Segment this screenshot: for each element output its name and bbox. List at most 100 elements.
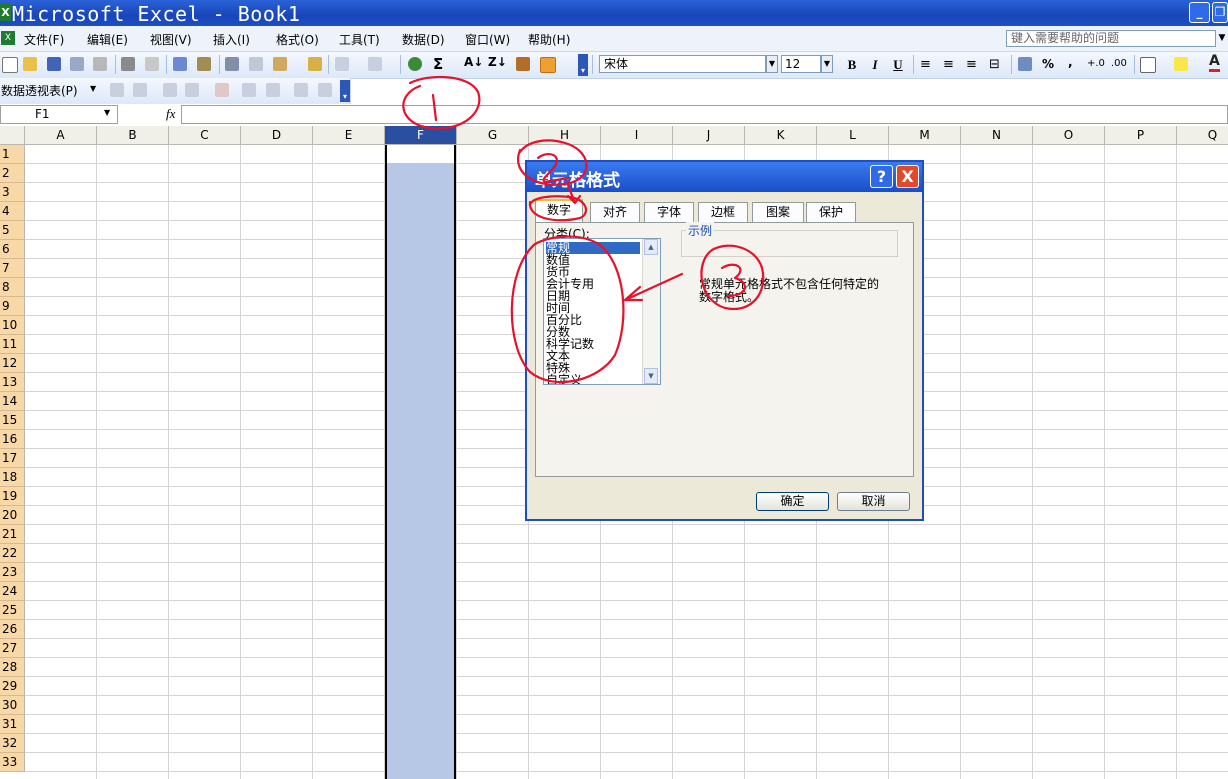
field-settings-icon[interactable] xyxy=(294,83,308,97)
help-dropdown-arrow-icon[interactable]: ▼ xyxy=(1216,30,1228,47)
drawing-icon[interactable] xyxy=(540,57,556,73)
open-icon[interactable] xyxy=(23,57,37,71)
menu-format[interactable]: 格式(O) xyxy=(276,31,319,48)
category-custom[interactable]: 自定义 xyxy=(546,374,640,384)
row-header-13[interactable]: 13 xyxy=(0,373,25,392)
font-color-icon[interactable]: A xyxy=(1209,54,1220,72)
row-header-12[interactable]: 12 xyxy=(0,354,25,373)
menu-edit[interactable]: 编辑(E) xyxy=(87,31,128,48)
column-header-n[interactable]: N xyxy=(961,126,1033,145)
new-icon[interactable] xyxy=(2,57,18,73)
row-header-16[interactable]: 16 xyxy=(0,430,25,449)
menu-view[interactable]: 视图(V) xyxy=(150,31,192,48)
row-header-10[interactable]: 10 xyxy=(0,316,25,335)
row-header-14[interactable]: 14 xyxy=(0,392,25,411)
insert-function-icon[interactable]: fx xyxy=(166,106,175,122)
menu-window[interactable]: 窗口(W) xyxy=(465,31,510,48)
increase-decimal-icon[interactable]: +.0 xyxy=(1087,58,1105,69)
cancel-button[interactable]: 取消 xyxy=(837,492,910,511)
row-header-8[interactable]: 8 xyxy=(0,278,25,297)
always-display-icon[interactable] xyxy=(266,83,280,97)
select-all-corner[interactable] xyxy=(0,126,25,145)
row-header-32[interactable]: 32 xyxy=(0,734,25,753)
column-header-q[interactable]: Q xyxy=(1177,126,1228,145)
align-right-icon[interactable]: ≡ xyxy=(966,57,977,72)
chart-wizard-icon[interactable] xyxy=(516,57,530,71)
tab-number[interactable]: 数字 xyxy=(535,199,583,223)
redo-icon[interactable] xyxy=(368,57,382,71)
dialog-title-bar[interactable]: 单元格格式 ? X xyxy=(527,162,922,192)
minimize-button[interactable]: _ xyxy=(1189,2,1210,23)
tab-patterns[interactable]: 图案 xyxy=(752,202,804,222)
font-size-dropdown-arrow-icon[interactable]: ▼ xyxy=(821,55,833,73)
dialog-close-button[interactable]: X xyxy=(896,165,919,188)
row-header-30[interactable]: 30 xyxy=(0,696,25,715)
hide-detail-icon[interactable] xyxy=(163,83,177,97)
column-header-d[interactable]: D xyxy=(241,126,313,145)
column-header-m[interactable]: M xyxy=(889,126,961,145)
italic-button[interactable]: I xyxy=(866,56,884,74)
show-detail-icon[interactable] xyxy=(185,83,199,97)
copy-icon[interactable] xyxy=(249,57,263,71)
excel-app-icon[interactable]: X xyxy=(0,4,11,21)
spelling-icon[interactable] xyxy=(173,57,187,71)
align-center-icon[interactable]: ≡ xyxy=(943,57,954,72)
row-header-26[interactable]: 26 xyxy=(0,620,25,639)
permission-icon[interactable] xyxy=(70,57,84,71)
column-header-e[interactable]: E xyxy=(313,126,385,145)
column-header-g[interactable]: G xyxy=(457,126,529,145)
row-header-11[interactable]: 11 xyxy=(0,335,25,354)
dialog-help-button[interactable]: ? xyxy=(870,165,893,188)
row-header-15[interactable]: 15 xyxy=(0,411,25,430)
menu-help[interactable]: 帮助(H) xyxy=(528,31,570,48)
column-header-p[interactable]: P xyxy=(1105,126,1177,145)
font-dropdown-arrow-icon[interactable]: ▼ xyxy=(766,55,778,73)
formula-input[interactable] xyxy=(181,105,1228,124)
print-preview-icon[interactable] xyxy=(145,57,159,71)
row-header-17[interactable]: 17 xyxy=(0,449,25,468)
ok-button[interactable]: 确定 xyxy=(756,492,829,511)
tab-border[interactable]: 边框 xyxy=(698,202,748,222)
merge-center-icon[interactable]: ⊟ xyxy=(989,57,1000,72)
menu-data[interactable]: 数据(D) xyxy=(402,31,445,48)
autosum-icon[interactable]: Σ xyxy=(433,55,443,73)
category-scrollbar[interactable]: ▲ ▼ xyxy=(642,239,660,384)
selected-column-f[interactable] xyxy=(385,145,456,779)
sort-ascending-icon[interactable]: A↓ xyxy=(464,55,483,69)
format-report-icon[interactable] xyxy=(110,83,124,97)
row-header-5[interactable]: 5 xyxy=(0,221,25,240)
column-header-i[interactable]: I xyxy=(601,126,673,145)
row-header-19[interactable]: 19 xyxy=(0,487,25,506)
row-header-20[interactable]: 20 xyxy=(0,506,25,525)
name-box-dropdown-icon[interactable]: ▼ xyxy=(104,108,110,117)
row-header-3[interactable]: 3 xyxy=(0,183,25,202)
row-header-33[interactable]: 33 xyxy=(0,753,25,772)
paste-icon[interactable] xyxy=(273,57,287,71)
row-header-4[interactable]: 4 xyxy=(0,202,25,221)
format-painter-icon[interactable] xyxy=(308,57,322,71)
row-header-22[interactable]: 22 xyxy=(0,544,25,563)
borders-icon[interactable] xyxy=(1140,57,1156,73)
include-hidden-icon[interactable] xyxy=(242,83,256,97)
field-list-icon[interactable] xyxy=(318,83,332,97)
column-header-h[interactable]: H xyxy=(529,126,601,145)
currency-icon[interactable] xyxy=(1018,57,1032,71)
bold-button[interactable]: B xyxy=(843,56,861,74)
column-header-f[interactable]: F xyxy=(385,126,457,145)
sort-descending-icon[interactable]: Z↓ xyxy=(488,55,507,69)
row-header-9[interactable]: 9 xyxy=(0,297,25,316)
menu-insert[interactable]: 插入(I) xyxy=(213,31,250,48)
row-header-31[interactable]: 31 xyxy=(0,715,25,734)
save-icon[interactable] xyxy=(47,57,61,71)
hyperlink-icon[interactable] xyxy=(408,57,422,71)
fill-color-icon[interactable] xyxy=(1174,57,1188,71)
row-header-25[interactable]: 25 xyxy=(0,601,25,620)
restore-button[interactable]: ❐ xyxy=(1212,2,1228,23)
row-header-2[interactable]: 2 xyxy=(0,164,25,183)
research-icon[interactable] xyxy=(197,57,211,71)
row-header-21[interactable]: 21 xyxy=(0,525,25,544)
align-left-icon[interactable]: ≡ xyxy=(920,57,931,72)
row-header-29[interactable]: 29 xyxy=(0,677,25,696)
decrease-decimal-icon[interactable]: .00 xyxy=(1111,58,1127,69)
tab-font[interactable]: 字体 xyxy=(644,202,694,222)
